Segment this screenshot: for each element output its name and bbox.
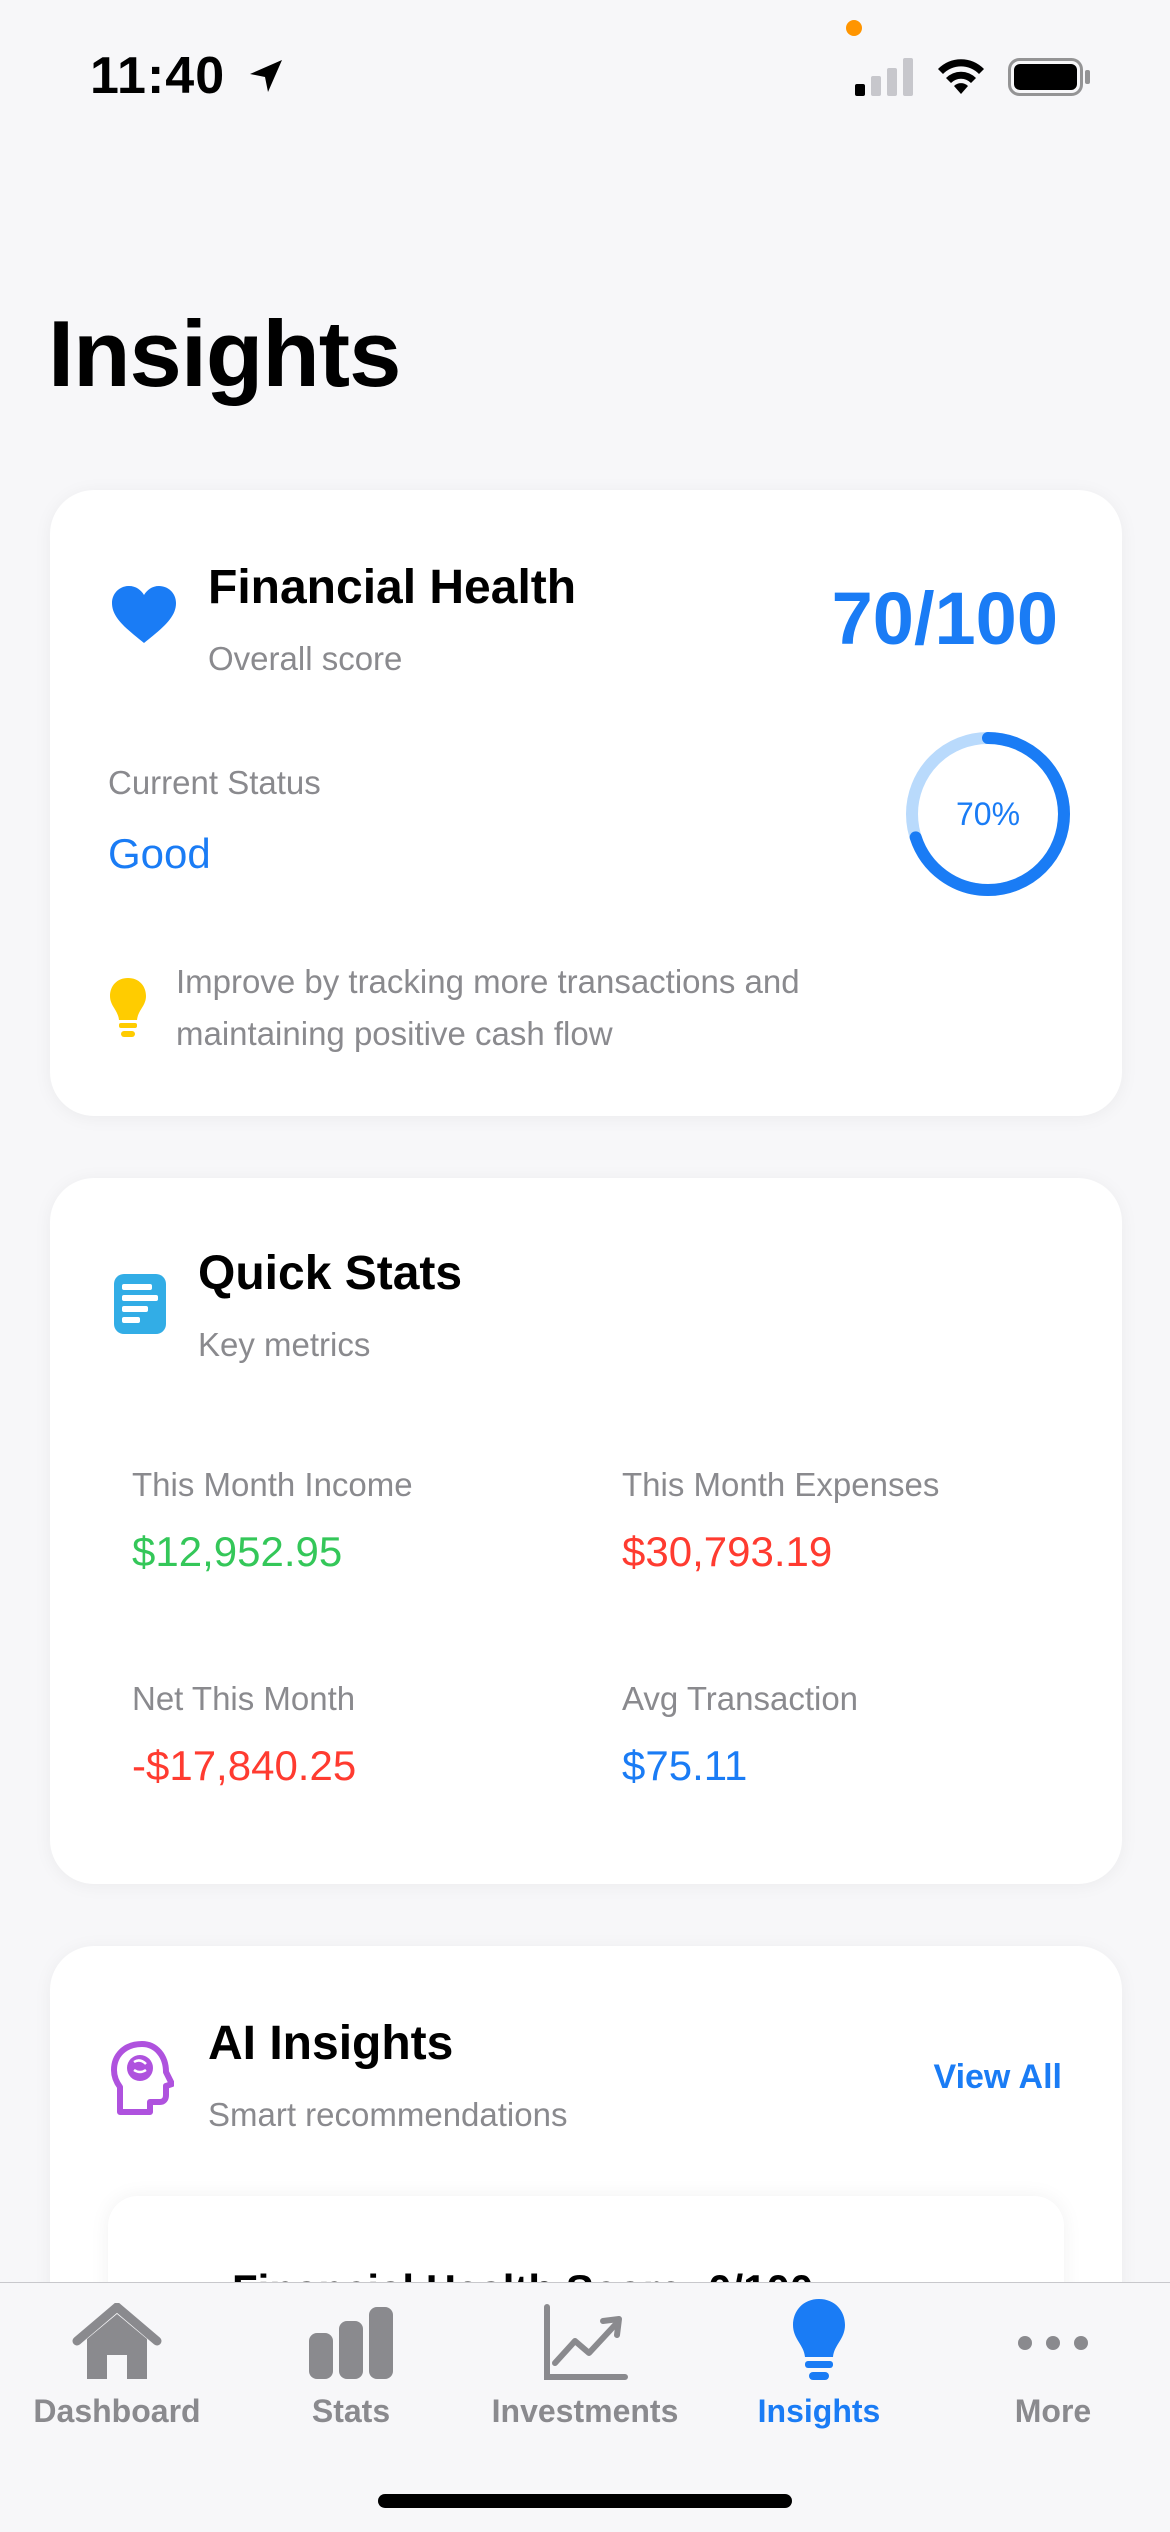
net-value: -$17,840.25: [132, 1742, 357, 1789]
tab-investments[interactable]: Investments: [468, 2283, 702, 2443]
financial-health-subtitle: Overall score: [208, 640, 403, 677]
view-all-link[interactable]: View All: [934, 2058, 1063, 2097]
quick-stats-card: Quick Stats Key metrics This Month Incom…: [50, 1178, 1122, 1884]
tab-dashboard-label: Dashboard: [33, 2393, 201, 2429]
tab-more[interactable]: More: [936, 2283, 1170, 2443]
tab-dashboard[interactable]: Dashboard: [0, 2283, 234, 2443]
tab-stats[interactable]: Stats: [234, 2283, 468, 2443]
income-label: This Month Income: [132, 1466, 413, 1503]
financial-health-card[interactable]: Financial Health Overall score 70/100 Cu…: [50, 490, 1122, 1116]
home-indicator: [378, 2494, 792, 2508]
quick-stats-subtitle: Key metrics: [198, 1326, 371, 1363]
ai-insights-subtitle: Smart recommendations: [208, 2096, 568, 2133]
tab-investments-label: Investments: [491, 2393, 679, 2429]
income-value: $12,952.95: [132, 1528, 343, 1575]
house-icon: [72, 2303, 162, 2379]
status-time: 11:40: [90, 47, 226, 105]
location-arrow-icon: [250, 60, 282, 92]
document-text-icon: [114, 1274, 166, 1334]
quick-stats-title: Quick Stats: [198, 1247, 463, 1300]
current-status-label: Current Status: [108, 764, 321, 801]
privacy-indicator-dot: [846, 20, 862, 36]
avg-transaction-value: $75.11: [622, 1742, 748, 1789]
ai-insights-title: AI Insights: [208, 2017, 454, 2070]
heart-icon: [112, 586, 176, 643]
health-progress-label: 70%: [955, 795, 1021, 832]
tab-more-label: More: [1014, 2393, 1092, 2429]
cellular-signal-icon: [855, 58, 913, 96]
net-label: Net This Month: [132, 1680, 356, 1717]
tab-insights[interactable]: Insights: [702, 2283, 936, 2443]
ellipsis-icon: [1018, 2336, 1088, 2350]
tab-insights-label: Insights: [757, 2393, 881, 2429]
bar-chart-icon: [309, 2307, 393, 2379]
current-status-value: Good: [108, 830, 211, 877]
financial-health-score: 70/100: [831, 577, 1058, 660]
expenses-value: $30,793.19: [622, 1528, 833, 1575]
health-tip-text: Improve by tracking more transactions an…: [176, 963, 800, 1052]
tab-stats-label: Stats: [311, 2393, 391, 2429]
avg-transaction-label: Avg Transaction: [622, 1680, 859, 1717]
battery-icon: [1008, 58, 1090, 96]
status-bar: 11:40: [0, 0, 1170, 150]
lightbulb-icon: [793, 2299, 845, 2380]
expenses-label: This Month Expenses: [622, 1466, 940, 1503]
lightbulb-icon: [110, 978, 146, 1037]
brain-head-icon: [111, 2041, 174, 2115]
page-title: Insights: [48, 301, 401, 406]
wifi-icon: [938, 59, 984, 94]
trend-chart-icon: [544, 2304, 628, 2380]
financial-health-title: Financial Health: [208, 561, 577, 614]
